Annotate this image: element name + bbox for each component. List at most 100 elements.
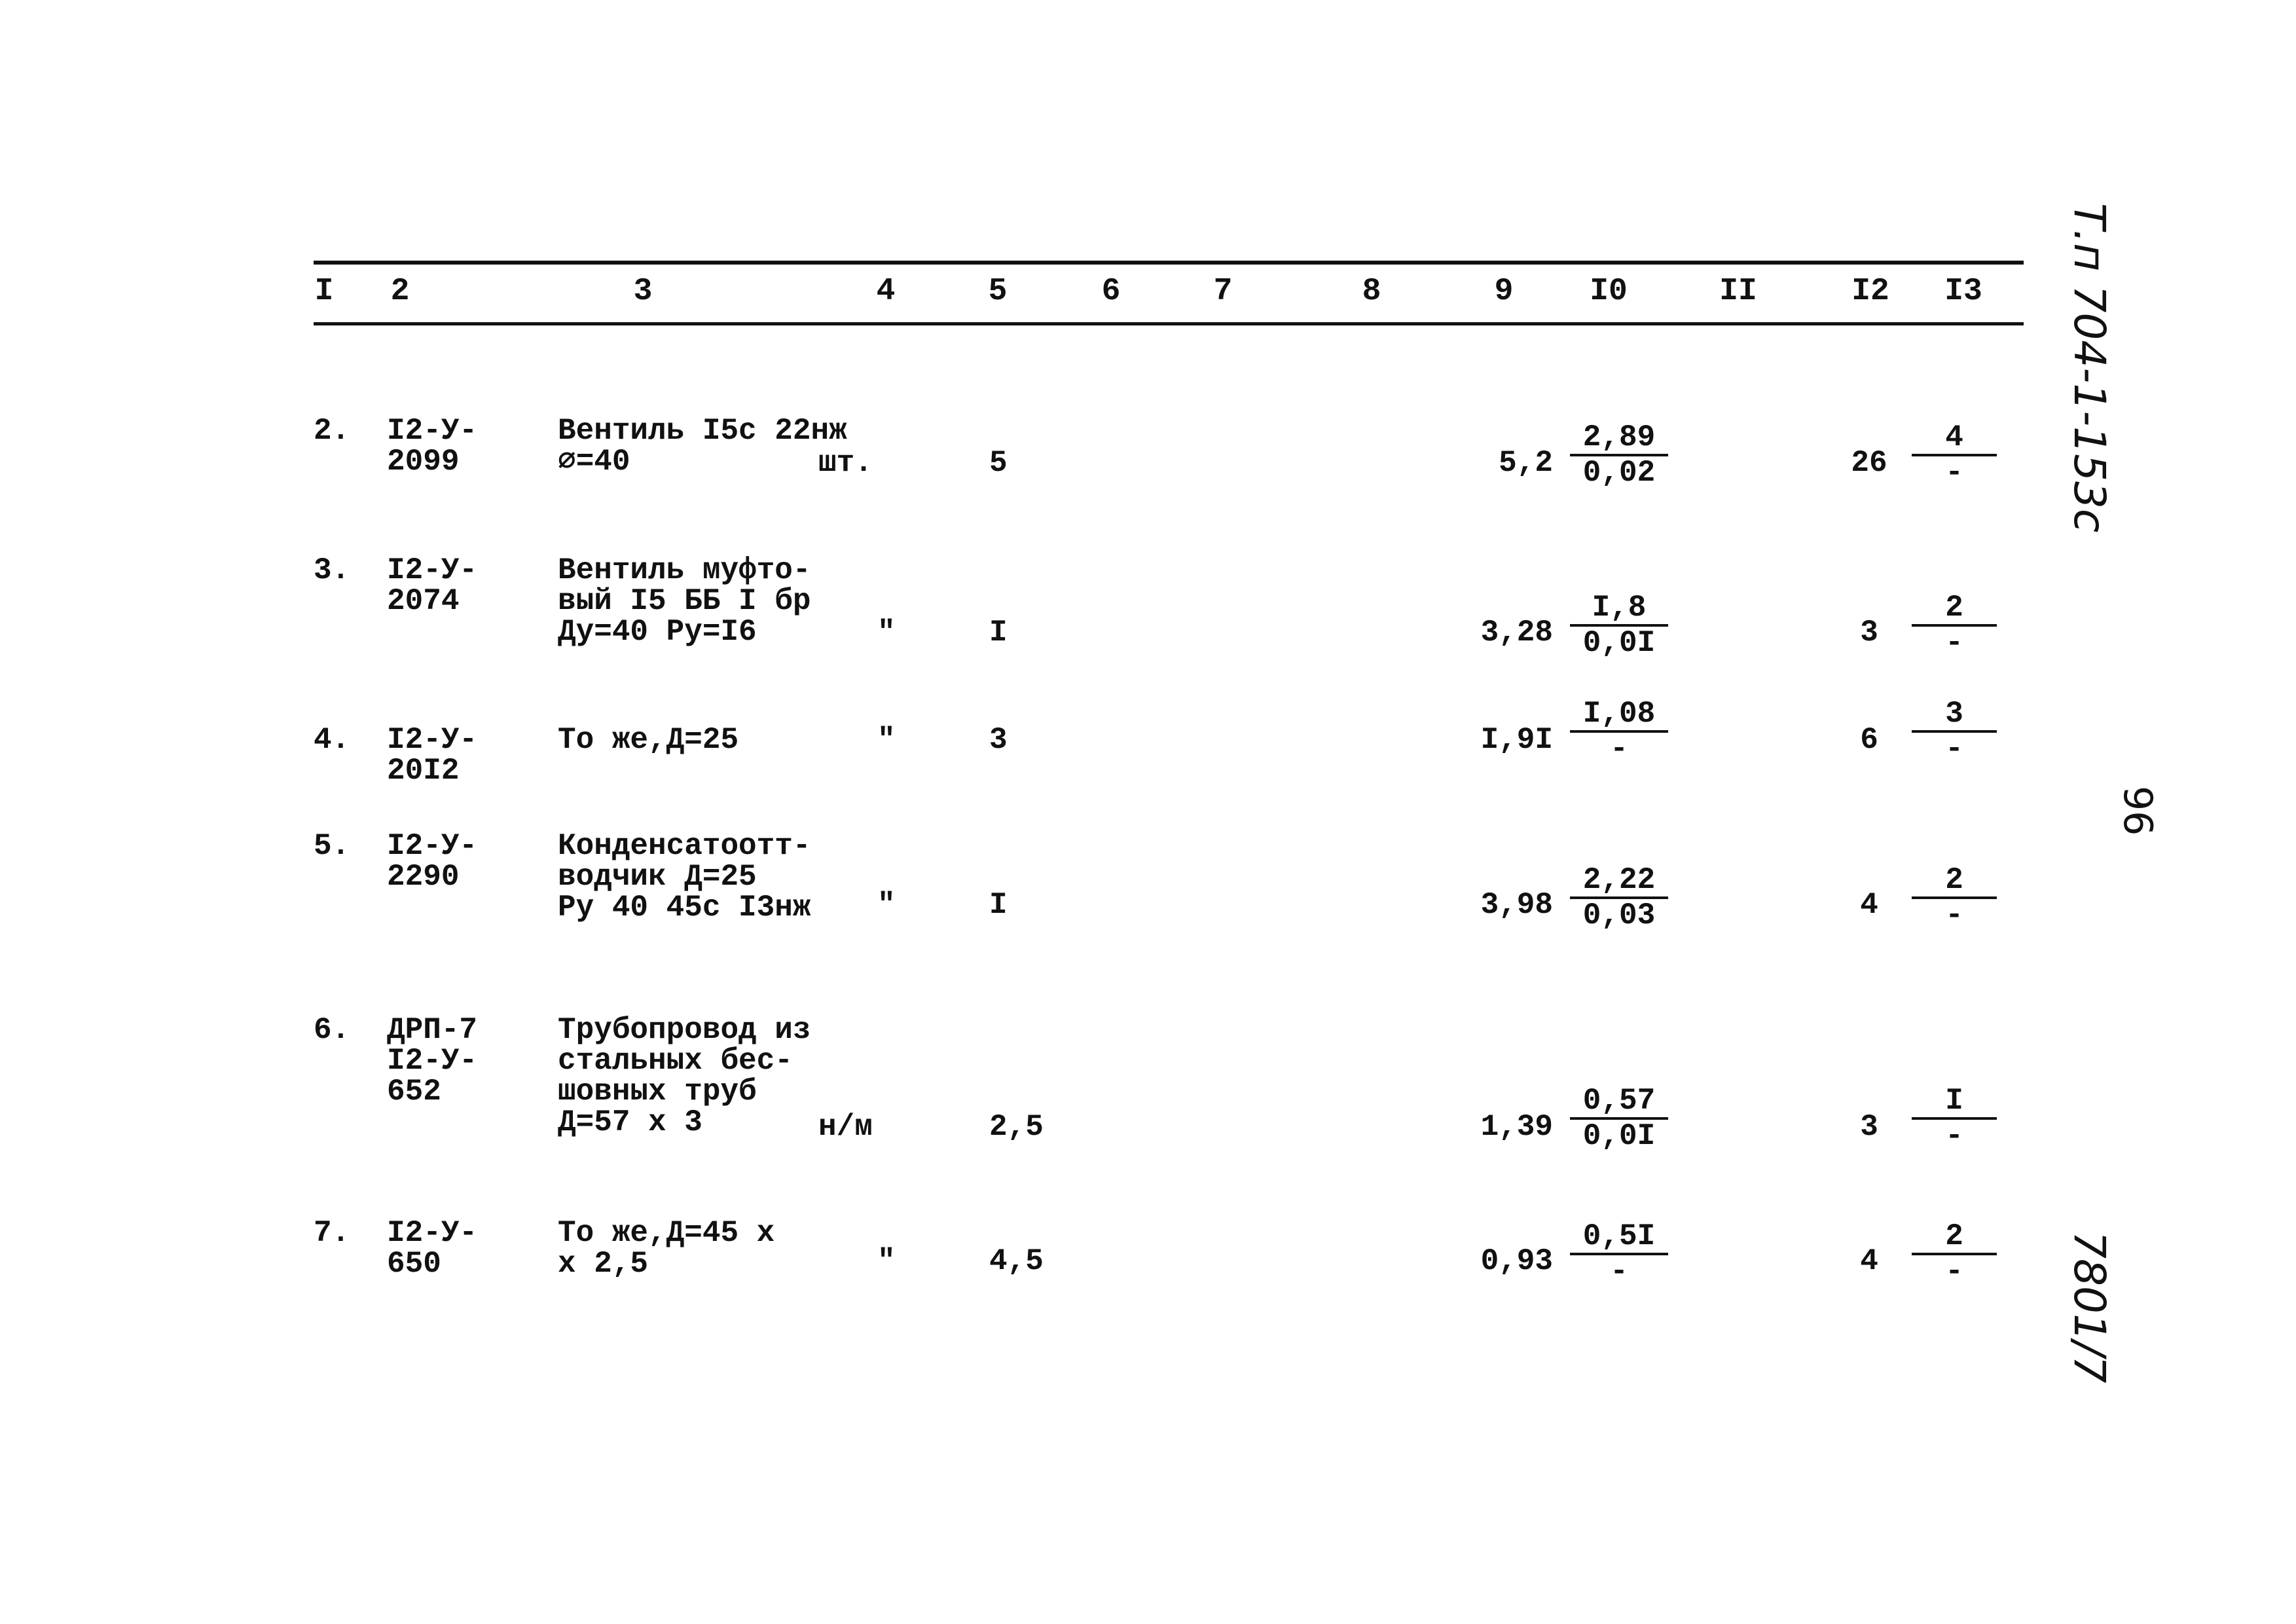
quantity: 4,5	[989, 1244, 1044, 1278]
col10-fraction-denominator: -	[1610, 1255, 1628, 1289]
col10-fraction: 0,57 0,0I	[1570, 1084, 1668, 1153]
item-code-line: I2-У-	[387, 723, 478, 757]
col10-fraction: I,08-	[1570, 697, 1668, 766]
item-description-line: ⌀=40	[558, 445, 630, 479]
row-number: 2.	[314, 414, 350, 448]
unit: "	[877, 723, 896, 757]
col10-fraction-denominator: 0,03	[1582, 898, 1656, 932]
header-top-rule	[314, 261, 2024, 265]
item-description-line: Трубопровод из	[558, 1013, 811, 1047]
col12-value: 4	[1860, 888, 1878, 922]
col12-value: 26	[1851, 446, 1887, 480]
quantity: I	[989, 616, 1008, 650]
row-number: 4.	[314, 723, 350, 757]
col13-fraction-numerator: 2	[1945, 863, 1963, 897]
column-header-9: 9	[1494, 274, 1514, 309]
item-description-line: Ру 40 45с I3нж	[558, 891, 811, 925]
unit: шт.	[818, 446, 873, 480]
col9-value: I,9I	[1480, 723, 1553, 757]
column-header-7: 7	[1213, 274, 1233, 309]
col13-fraction: 4-	[1912, 421, 1997, 489]
col10-fraction-numerator: 2,89	[1582, 420, 1656, 454]
item-description-line: То же,Д=45 х	[558, 1216, 775, 1250]
quantity: 5	[989, 446, 1008, 480]
margin-note-document-code: Т.п 704-1-153с	[2064, 203, 2115, 533]
col10-fraction-denominator: -	[1610, 732, 1628, 766]
item-description-line: Вентиль I5с 22нж	[558, 414, 847, 448]
column-header-12: I2	[1851, 274, 1889, 309]
item-code-line: I2-У-	[387, 1044, 478, 1078]
quantity: I	[989, 888, 1008, 922]
col13-fraction-numerator: 4	[1945, 420, 1963, 454]
col9-value: 3,28	[1480, 616, 1553, 650]
header-bottom-rule	[314, 322, 2024, 325]
item-description-line: х 2,5	[558, 1247, 649, 1281]
column-header-6: 6	[1101, 274, 1121, 309]
col10-fraction: 0,5I -	[1570, 1220, 1668, 1288]
item-description-line: Д=57 х 3	[558, 1105, 702, 1139]
col13-fraction: I-	[1912, 1084, 1997, 1153]
column-header-4: 4	[876, 274, 896, 309]
item-description-line: стальных бес-	[558, 1044, 793, 1078]
col10-fraction: 2,89 0,02	[1570, 421, 1668, 489]
col13-fraction: 2-	[1912, 864, 1997, 932]
col9-value: 1,39	[1480, 1110, 1553, 1144]
item-code-line: 650	[387, 1247, 441, 1281]
unit: н/м	[818, 1110, 873, 1144]
col9-value: 0,93	[1480, 1244, 1553, 1278]
col12-value: 3	[1860, 1110, 1878, 1144]
col13-fraction-numerator: I	[1945, 1084, 1963, 1118]
item-code-line: 2290	[387, 860, 460, 894]
item-code-line: I2-У-	[387, 553, 478, 587]
item-code-line: ДРП-7	[387, 1013, 478, 1047]
column-header-8: 8	[1362, 274, 1381, 309]
col10-fraction-denominator: 0,0I	[1582, 626, 1656, 660]
col12-value: 3	[1860, 616, 1878, 650]
col10-fraction: I,8 0,0I	[1570, 591, 1668, 659]
col10-fraction-numerator: 0,57	[1582, 1084, 1656, 1118]
item-code-line: 20I2	[387, 754, 460, 788]
item-description-line: Ду=40 Ру=I6	[558, 615, 757, 649]
column-header-5: 5	[988, 274, 1008, 309]
col9-value: 5,2	[1499, 446, 1553, 480]
col13-fraction-denominator: -	[1945, 456, 1963, 490]
col10-fraction-denominator: 0,0I	[1582, 1119, 1656, 1153]
unit: "	[877, 888, 896, 922]
item-code-line: I2-У-	[387, 1216, 478, 1250]
item-code-line: I2-У-	[387, 829, 478, 863]
item-description-line: То же,Д=25	[558, 723, 739, 757]
item-description-line: Вентиль муфто-	[558, 553, 811, 587]
col10-fraction-denominator: 0,02	[1582, 456, 1656, 490]
col12-value: 6	[1860, 723, 1878, 757]
col13-fraction-denominator: -	[1945, 626, 1963, 660]
item-description-line: шовных труб	[558, 1075, 757, 1109]
item-code-line: I2-У-	[387, 414, 478, 448]
row-number: 3.	[314, 553, 350, 587]
col10-fraction-numerator: 2,22	[1582, 863, 1656, 897]
column-header-3: 3	[633, 274, 653, 309]
col13-fraction-numerator: 2	[1945, 591, 1963, 625]
column-header-10: I0	[1590, 274, 1628, 309]
page-number: 96	[2115, 786, 2160, 836]
col13-fraction: 2-	[1912, 1220, 1997, 1288]
item-description-line: Конденсатоотт-	[558, 829, 811, 863]
column-header-1: I	[314, 274, 334, 309]
col13-fraction-numerator: 2	[1945, 1219, 1963, 1253]
quantity: 3	[989, 723, 1008, 757]
col13-fraction: 3-	[1912, 697, 1997, 766]
col9-value: 3,98	[1480, 888, 1553, 922]
col13-fraction-denominator: -	[1945, 1255, 1963, 1289]
quantity: 2,5	[989, 1110, 1044, 1144]
item-code-line: 2074	[387, 584, 460, 618]
margin-note-inventory-number: 7801/7	[2064, 1231, 2115, 1384]
row-number: 5.	[314, 829, 350, 863]
col10-fraction: 2,22 0,03	[1570, 864, 1668, 932]
row-number: 7.	[314, 1216, 350, 1250]
col10-fraction-numerator: I,8	[1592, 591, 1647, 625]
col10-fraction-numerator: 0,5I	[1582, 1219, 1656, 1253]
col12-value: 4	[1860, 1244, 1878, 1278]
column-header-11: II	[1719, 274, 1757, 309]
col13-fraction-numerator: 3	[1945, 697, 1963, 731]
item-description-line: водчик Д=25	[558, 860, 757, 894]
item-description-line: вый I5 ББ I бр	[558, 584, 811, 618]
